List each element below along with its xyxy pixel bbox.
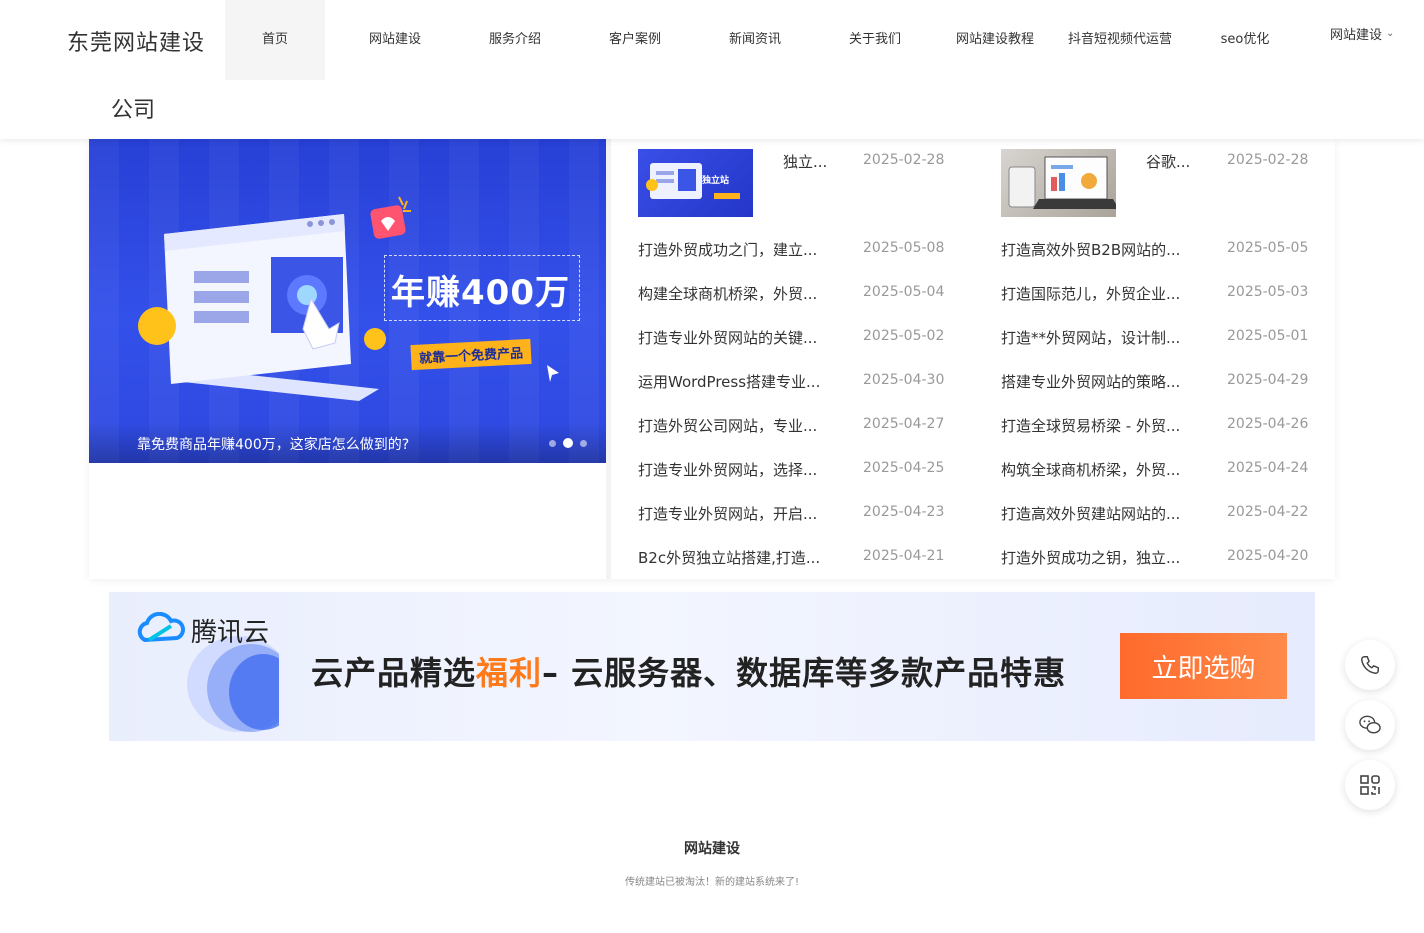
nav-about[interactable]: 关于我们 (805, 0, 945, 80)
logo-text[interactable]: 东莞网站建设 (67, 25, 205, 57)
nav-dropdown-label: 网站建设 (1330, 28, 1383, 43)
banner-caption[interactable]: 靠免费商品年赚400万，这家店怎么做到的? (137, 434, 409, 454)
carousel-dot[interactable] (549, 439, 556, 447)
news-date: 2025-04-22 (1227, 504, 1309, 520)
wechat-button[interactable] (1345, 700, 1395, 750)
section-subtitle: 传统建站已被淘汰！新的建站系统来了! (624, 877, 799, 888)
news-date: 2025-04-20 (1227, 548, 1309, 564)
news-title[interactable]: 构建全球商机桥梁，外贸... (638, 283, 817, 304)
news-date: 2025-04-29 (1227, 372, 1309, 388)
news-title[interactable]: B2c外贸独立站搭建,打造... (638, 547, 820, 568)
news-date: 2025-04-21 (863, 548, 945, 564)
news-title[interactable]: 打造高效外贸建站网站的... (1001, 503, 1180, 524)
news-title[interactable]: 打造**外贸网站，设计制... (1001, 327, 1180, 348)
logo-text-2[interactable]: 公司 (111, 92, 155, 124)
news-date: 2025-02-28 (863, 152, 945, 168)
ad-brand: 腾讯云 (191, 618, 270, 648)
news-date: 2025-05-04 (863, 284, 945, 300)
nav-cases[interactable]: 客户案例 (565, 0, 705, 80)
nav-tutorial[interactable]: 网站建设教程 (945, 0, 1045, 80)
section-title: 网站建设 (684, 841, 740, 857)
hero-carousel[interactable]: 年赚400万 就靠一个免费产品 (89, 139, 608, 463)
nav-seo[interactable]: seo优化 (1195, 0, 1295, 80)
news-date: 2025-05-03 (1227, 284, 1309, 300)
site-header: 东莞网站建设 公司 首页 网站建设 服务介绍 客户案例 新闻资讯 关于我们 网站… (0, 0, 1424, 139)
news-date: 2025-04-30 (863, 372, 945, 388)
news-thumbnail[interactable] (1001, 149, 1119, 217)
news-date: 2025-02-28 (1227, 152, 1309, 168)
thumbnail-graphic (1008, 156, 1119, 209)
tencent-cloud-logo-icon (137, 612, 185, 643)
news-date: 2025-04-24 (1227, 460, 1309, 476)
nav-dropdown[interactable]: 网站建设 ⌄ (1330, 24, 1394, 43)
phone-icon (1361, 656, 1379, 674)
phone-button[interactable] (1345, 640, 1395, 690)
news-title[interactable]: 打造外贸成功之门，建立... (638, 239, 817, 260)
news-title[interactable]: 打造外贸公司网站，专业... (638, 415, 817, 436)
news-date: 2025-04-25 (863, 460, 945, 476)
news-thumbnail[interactable]: 独立站 (638, 149, 753, 217)
nav-douyin[interactable]: 抖音短视频代运营 (1045, 0, 1195, 80)
news-date: 2025-05-02 (863, 328, 945, 344)
thumbnail-graphic (646, 163, 740, 199)
news-date: 2025-04-27 (863, 416, 945, 432)
wechat-icon (1359, 715, 1381, 734)
news-date: 2025-04-23 (863, 504, 945, 520)
news-date: 2025-04-26 (1227, 416, 1309, 432)
news-title[interactable]: 打造国际范儿，外贸企业... (1001, 283, 1180, 304)
nav-services[interactable]: 服务介绍 (465, 0, 565, 80)
news-title[interactable]: 构筑全球商机桥梁，外贸... (1001, 459, 1180, 480)
qrcode-icon (1360, 775, 1380, 795)
news-title[interactable]: 打造全球贸易桥梁 - 外贸... (1001, 415, 1180, 436)
news-title[interactable]: 打造专业外贸网站，选择... (638, 459, 817, 480)
banner-headline: 年赚400万 (391, 273, 570, 313)
main-nav: 首页 网站建设 服务介绍 客户案例 新闻资讯 关于我们 网站建设教程 抖音短视频… (225, 0, 1295, 80)
ad-headline-part1: 云产品精选 (311, 654, 477, 692)
ad-headline-part2: – 云服务器、数据库等多款产品特惠 (542, 654, 1067, 692)
news-date: 2025-05-01 (1227, 328, 1309, 344)
carousel-dot[interactable] (580, 439, 587, 447)
nav-website-build[interactable]: 网站建设 (325, 0, 465, 80)
news-title[interactable]: 打造外贸成功之钥，独立... (1001, 547, 1180, 568)
buy-now-button[interactable]: 立即选购 (1120, 633, 1287, 699)
news-date: 2025-05-08 (863, 240, 945, 256)
nav-home[interactable]: 首页 (225, 0, 325, 80)
ad-highlight: 福利 (476, 654, 543, 692)
carousel-dots (549, 438, 587, 448)
news-title[interactable]: 搭建专业外贸网站的策略... (1001, 371, 1180, 392)
nav-news[interactable]: 新闻资讯 (705, 0, 805, 80)
chevron-down-icon: ⌄ (1386, 28, 1395, 39)
news-title[interactable]: 独立... (783, 151, 827, 172)
ad-headline: 云产品精选福利– 云服务器、数据库等多款产品特惠 (311, 648, 1066, 694)
news-title[interactable]: 谷歌... (1146, 151, 1190, 172)
news-title[interactable]: 打造高效外贸B2B网站的... (1001, 239, 1180, 260)
qrcode-button[interactable] (1345, 760, 1395, 810)
news-title[interactable]: 打造专业外贸网站的关键... (638, 327, 817, 348)
thumbnail-label: 独立站 (702, 176, 730, 186)
news-title[interactable]: 打造专业外贸网站，开启... (638, 503, 817, 524)
carousel-dot-active[interactable] (563, 438, 573, 448)
column-divider (606, 139, 611, 579)
tencent-cloud-ad[interactable]: 腾讯云 云产品精选福利– 云服务器、数据库等多款产品特惠 立即选购 (109, 592, 1315, 741)
news-title[interactable]: 运用WordPress搭建专业... (638, 371, 820, 392)
news-date: 2025-05-05 (1227, 240, 1309, 256)
